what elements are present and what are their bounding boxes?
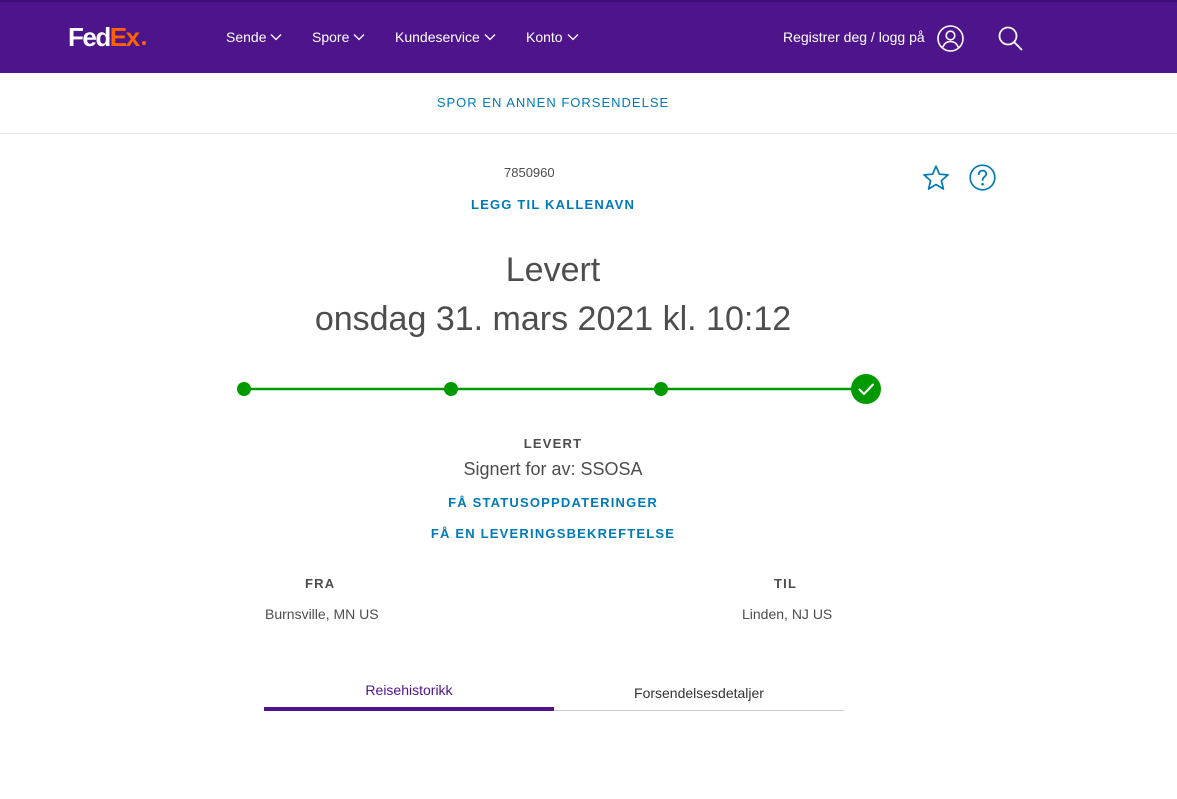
- status-label: LEVERT: [523, 436, 583, 451]
- chevron-down-icon: [484, 34, 496, 41]
- nav-item-sende[interactable]: Sende: [226, 27, 282, 47]
- progress-tracker: [237, 374, 881, 404]
- shipment-tabs: Reisehistorikk Forsendelsesdetaljer: [264, 671, 844, 711]
- logo-fed-text: Fed: [68, 22, 111, 52]
- logo-dot: [141, 41, 146, 45]
- progress-step-3: [654, 382, 668, 396]
- tab-travel-history[interactable]: Reisehistorikk: [264, 671, 554, 711]
- get-delivery-confirmation-link[interactable]: FÅ EN LEVERINGSBEKREFTELSE: [0, 526, 1106, 541]
- nav-item-label: Konto: [526, 29, 563, 45]
- nav-item-label: Spore: [312, 29, 350, 45]
- star-icon[interactable]: [921, 163, 951, 193]
- from-label: FRA: [305, 576, 336, 591]
- login-link[interactable]: Registrer deg / logg på: [783, 27, 925, 47]
- signed-by: Signert for av: SSOSA: [463, 459, 643, 479]
- to-label: TIL: [774, 576, 798, 591]
- secondary-bar: SPOR EN ANNEN FORSENDELSE: [0, 73, 1177, 134]
- tracking-number: 7850960: [504, 165, 555, 180]
- nav-item-spore[interactable]: Spore: [312, 27, 365, 47]
- chevron-down-icon: [353, 34, 365, 41]
- logo-ex-text: Ex: [109, 22, 140, 52]
- chevron-down-icon: [567, 34, 579, 41]
- to-location: Linden, NJ US: [742, 606, 833, 622]
- search-icon[interactable]: [997, 25, 1023, 51]
- nav-item-konto[interactable]: Konto: [526, 27, 579, 47]
- chevron-down-icon: [271, 34, 282, 41]
- nav-item-label: Kundeservice: [395, 29, 480, 45]
- nav-item-label: Sende: [226, 29, 267, 45]
- status-title: Levert: [505, 251, 601, 289]
- help-icon[interactable]: [968, 163, 997, 192]
- tab-shipment-details[interactable]: Forsendelsesdetaljer: [554, 671, 844, 711]
- user-icon[interactable]: [936, 24, 965, 53]
- add-nickname-link[interactable]: LEGG TIL KALLENAVN: [0, 197, 1106, 212]
- get-status-updates-link[interactable]: FÅ STATUSOPPDATERINGER: [0, 495, 1106, 510]
- top-navigation-bar: FedEx Sende Spore Kundeservice Konto Reg…: [0, 0, 1177, 73]
- from-location: Burnsville, MN US: [265, 606, 379, 622]
- track-another-shipment-link[interactable]: SPOR EN ANNEN FORSENDELSE: [0, 95, 1106, 110]
- progress-step-1: [237, 382, 251, 396]
- progress-step-2: [444, 382, 458, 396]
- nav-item-kundeservice[interactable]: Kundeservice: [395, 27, 496, 47]
- delivered-date: onsdag 31. mars 2021 kl. 10:12: [314, 300, 792, 338]
- progress-step-final: [851, 374, 881, 404]
- fedex-logo[interactable]: FedEx: [68, 22, 146, 52]
